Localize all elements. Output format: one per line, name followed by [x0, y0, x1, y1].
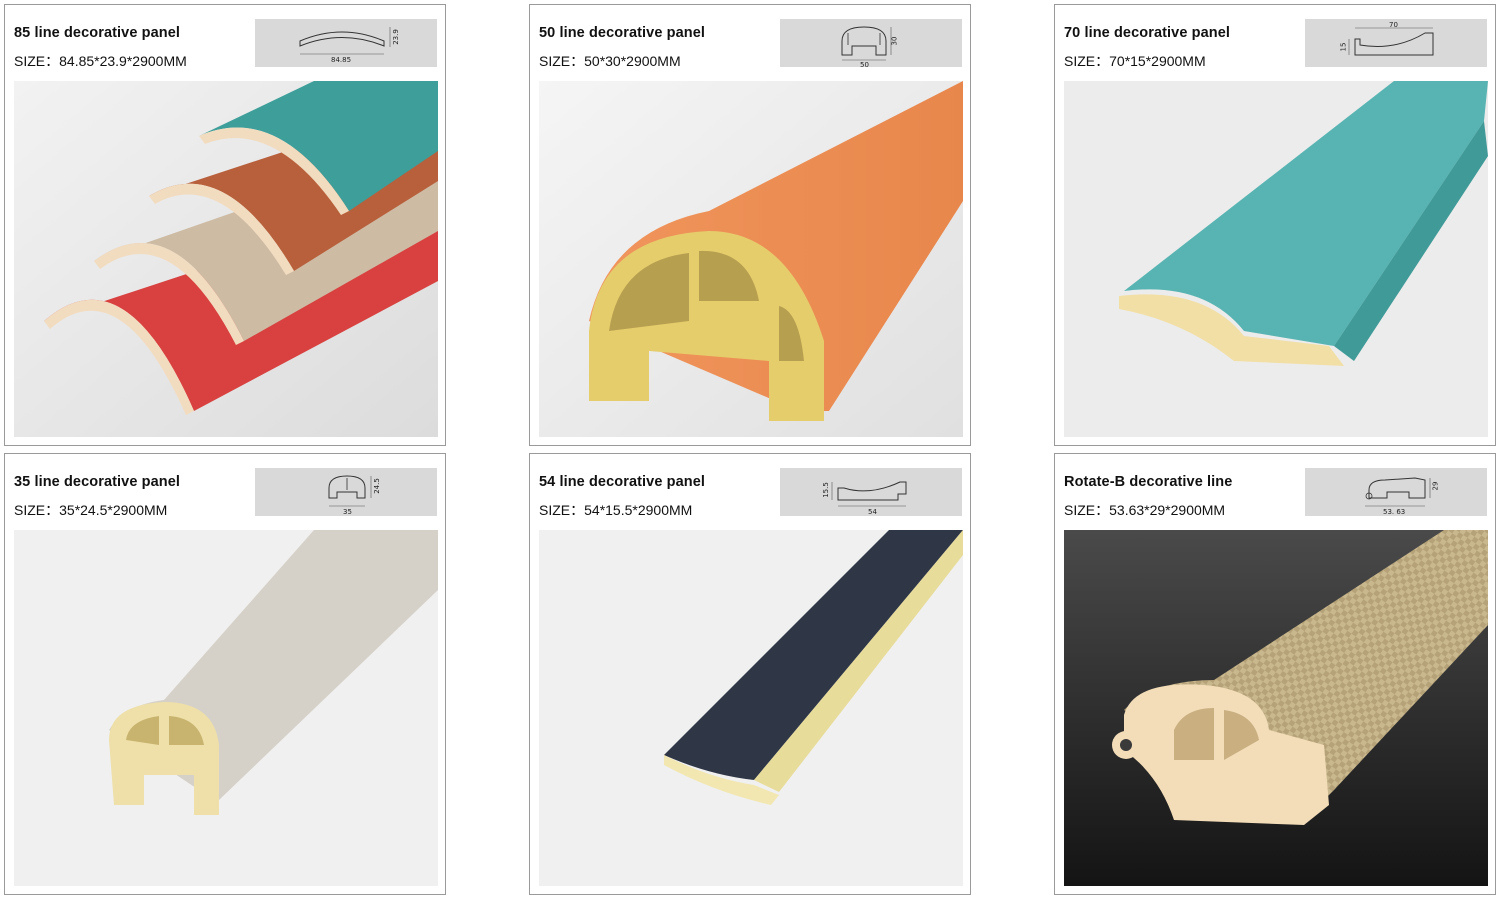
- product-card-35-line[interactable]: 35 line decorative panel SIZE：35*24.5*29…: [4, 453, 446, 895]
- product-photo[interactable]: [14, 530, 438, 886]
- dimension-height: 15.5: [821, 482, 830, 498]
- product-photo[interactable]: [14, 81, 438, 437]
- product-size: SIZE：35*24.5*2900MM: [14, 502, 168, 518]
- product-size: SIZE：70*15*2900MM: [1064, 53, 1206, 69]
- product-size: SIZE：54*15.5*2900MM: [539, 502, 693, 518]
- product-card-85-line[interactable]: 85 line decorative panel SIZE：84.85*23.9…: [4, 4, 446, 446]
- product-photo-rotate-b: [1064, 530, 1488, 886]
- product-photo-54: [539, 530, 963, 886]
- product-photo[interactable]: [1064, 530, 1488, 886]
- product-card-54-line[interactable]: 54 line decorative panel SIZE：54*15.5*29…: [529, 453, 971, 895]
- product-card-50-line[interactable]: 50 line decorative panel SIZE：50*30*2900…: [529, 4, 971, 446]
- profile-diagram: 53. 63 29: [1305, 468, 1487, 516]
- product-card-rotate-b[interactable]: Rotate-B decorative line SIZE：53.63*29*2…: [1054, 453, 1496, 895]
- profile-diagram: 35 24.5: [255, 468, 437, 516]
- dimension-height: 24.5: [372, 478, 381, 494]
- profile-diagram: 54 15.5: [780, 468, 962, 516]
- dimension-width: 70: [1389, 21, 1398, 29]
- product-title: 85 line decorative panel: [14, 25, 180, 41]
- dimension-height: 23.9: [391, 29, 400, 45]
- product-photo[interactable]: [539, 81, 963, 437]
- product-photo-35: [14, 530, 438, 886]
- product-photo-50: [539, 81, 963, 437]
- profile-50-drawing: [841, 26, 892, 61]
- profile-diagram: 50 30: [780, 19, 962, 69]
- product-photo[interactable]: [539, 530, 963, 886]
- dimension-height: 15: [1339, 42, 1348, 52]
- product-photo[interactable]: [1064, 81, 1488, 437]
- product-card-70-line[interactable]: 70 line decorative panel SIZE：70*15*2900…: [1054, 4, 1496, 446]
- dimension-height: 30: [890, 36, 899, 46]
- product-title: 54 line decorative panel: [539, 474, 705, 490]
- profile-diagram: 70 15: [1305, 19, 1487, 67]
- dimension-width: 50: [860, 61, 869, 69]
- product-size: SIZE：50*30*2900MM: [539, 53, 681, 69]
- product-title: Rotate-B decorative line: [1064, 474, 1233, 490]
- product-photo-85: [14, 81, 438, 437]
- dimension-height: 29: [1431, 481, 1440, 491]
- product-title: 35 line decorative panel: [14, 474, 180, 490]
- product-size: SIZE：84.85*23.9*2900MM: [14, 53, 187, 69]
- product-title: 70 line decorative panel: [1064, 25, 1230, 41]
- dimension-width: 53. 63: [1383, 508, 1406, 516]
- profile-diagram: 84.85 23.9: [255, 19, 437, 67]
- product-photo-70: [1064, 81, 1488, 437]
- dimension-width: 35: [343, 508, 352, 516]
- dimension-width: 84.85: [331, 56, 352, 64]
- dimension-width: 54: [868, 508, 877, 516]
- product-size: SIZE：53.63*29*2900MM: [1064, 502, 1226, 518]
- product-title: 50 line decorative panel: [539, 25, 705, 41]
